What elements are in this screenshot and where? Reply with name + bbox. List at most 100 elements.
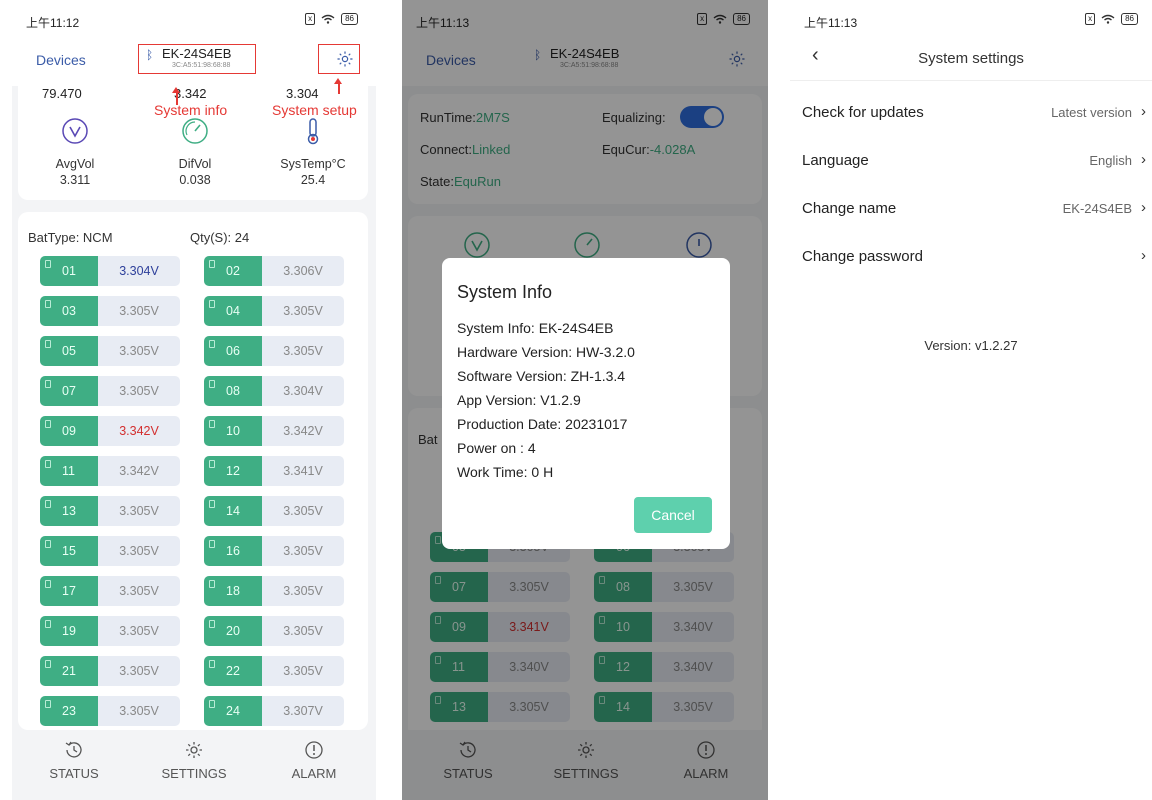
cell-voltage: 3.305V bbox=[283, 664, 323, 678]
wifi-icon bbox=[321, 14, 335, 24]
devices-link[interactable]: Devices bbox=[36, 52, 86, 68]
system-info-dialog: System Info System Info: EK-24S4EB Hardw… bbox=[442, 258, 730, 549]
cell-item[interactable]: 04 3.305V bbox=[204, 296, 344, 326]
dialog-title: System Info bbox=[457, 282, 553, 302]
cell-item[interactable]: 08 3.304V bbox=[204, 376, 344, 406]
cell-voltage: 3.305V bbox=[283, 304, 323, 318]
cell-item[interactable]: 22 3.305V bbox=[204, 656, 344, 686]
dialog-line: Software Version: ZH-1.3.4 bbox=[457, 368, 626, 384]
cell-number: 14 bbox=[204, 496, 262, 526]
cell-item[interactable]: 20 3.305V bbox=[204, 616, 344, 646]
cell-voltage: 3.342V bbox=[119, 464, 159, 478]
cell-voltage: 3.305V bbox=[119, 584, 159, 598]
cell-number: 20 bbox=[204, 616, 262, 646]
cell-number: 18 bbox=[204, 576, 262, 606]
metric-label: SysTemp°C bbox=[280, 157, 346, 171]
cancel-button[interactable]: Cancel bbox=[634, 497, 712, 533]
cell-item[interactable]: 11 3.342V bbox=[40, 456, 180, 486]
nav-settings[interactable]: SETTINGS bbox=[154, 740, 234, 781]
cell-item[interactable]: 24 3.307V bbox=[204, 696, 344, 726]
cell-voltage: 3.305V bbox=[283, 544, 323, 558]
dialog-line: Work Time: 0 H bbox=[457, 464, 554, 480]
cell-item[interactable]: 23 3.305V bbox=[40, 696, 180, 726]
gauge-icon bbox=[182, 118, 208, 144]
cell-item[interactable]: 05 3.305V bbox=[40, 336, 180, 366]
cell-item[interactable]: 15 3.305V bbox=[40, 536, 180, 566]
screen-status: 上午11:12 x 86 Devices ᛒ EK-24S4EB 3C:A5:5… bbox=[12, 0, 376, 800]
row-value: EK-24S4EB bbox=[1062, 201, 1132, 216]
total-voltage: 79.470 bbox=[42, 86, 82, 101]
chevron-right-icon: › bbox=[1141, 247, 1146, 264]
cell-voltage: 3.341V bbox=[283, 464, 323, 478]
cell-item[interactable]: 03 3.305V bbox=[40, 296, 180, 326]
nav-label: STATUS bbox=[49, 766, 99, 781]
cell-item[interactable]: 01 3.304V bbox=[40, 256, 180, 286]
dialog-line: App Version: V1.2.9 bbox=[457, 392, 581, 408]
app-version: Version: v1.2.27 bbox=[924, 338, 1018, 353]
status-time: 上午11:12 bbox=[26, 16, 80, 30]
cell-item[interactable]: 13 3.305V bbox=[40, 496, 180, 526]
cell-item[interactable]: 14 3.305V bbox=[204, 496, 344, 526]
thermometer-icon bbox=[307, 118, 319, 145]
cell-item[interactable]: 02 3.306V bbox=[204, 256, 344, 286]
cell-voltage: 3.304V bbox=[119, 264, 159, 278]
wifi-icon bbox=[1101, 14, 1115, 24]
row-label: Change password bbox=[802, 248, 923, 265]
status-bar: 上午11:13 x 86 bbox=[790, 12, 1152, 32]
cell-voltage: 3.306V bbox=[283, 264, 323, 278]
cell-number: 11 bbox=[40, 456, 98, 486]
cell-number: 17 bbox=[40, 576, 98, 606]
cell-item[interactable]: 12 3.341V bbox=[204, 456, 344, 486]
cell-number: 13 bbox=[40, 496, 98, 526]
cell-number: 08 bbox=[204, 376, 262, 406]
battery-type: BatType: NCM bbox=[28, 230, 113, 245]
row-label: Check for updates bbox=[802, 104, 924, 121]
cell-item[interactable]: 18 3.305V bbox=[204, 576, 344, 606]
cell-voltage: 3.342V bbox=[283, 424, 323, 438]
cell-number: 03 bbox=[40, 296, 98, 326]
cell-item[interactable]: 17 3.305V bbox=[40, 576, 180, 606]
cell-voltage: 3.305V bbox=[119, 304, 159, 318]
dialog-line: Power on : 4 bbox=[457, 440, 536, 456]
page-title: System settings bbox=[918, 50, 1024, 67]
cell-item[interactable]: 19 3.305V bbox=[40, 616, 180, 646]
cell-voltage: 3.307V bbox=[283, 704, 323, 718]
nfc-icon: x bbox=[1085, 13, 1096, 25]
cell-number: 15 bbox=[40, 536, 98, 566]
cell-number: 04 bbox=[204, 296, 262, 326]
battery-icon: 86 bbox=[341, 13, 358, 25]
cell-number: 16 bbox=[204, 536, 262, 566]
cell-voltage: 3.305V bbox=[283, 504, 323, 518]
cell-item[interactable]: 10 3.342V bbox=[204, 416, 344, 446]
settings-row-name[interactable]: Change name EK-24S4EB › bbox=[802, 194, 1146, 224]
dialog-line: System Info: EK-24S4EB bbox=[457, 320, 614, 336]
row-label: Change name bbox=[802, 200, 897, 217]
voltage-icon bbox=[62, 118, 88, 144]
cell-item[interactable]: 16 3.305V bbox=[204, 536, 344, 566]
top-bar: Devices ᛒ EK-24S4EB 3C:A5:51:98:68:88 bbox=[12, 40, 376, 86]
cell-voltage: 3.305V bbox=[119, 504, 159, 518]
cell-item[interactable]: 07 3.305V bbox=[40, 376, 180, 406]
history-icon bbox=[65, 741, 82, 758]
cell-number: 12 bbox=[204, 456, 262, 486]
cell-voltage: 3.305V bbox=[119, 704, 159, 718]
cell-item[interactable]: 21 3.305V bbox=[40, 656, 180, 686]
nav-status[interactable]: STATUS bbox=[34, 740, 114, 781]
metric-difvol: DifVol 0.038 bbox=[150, 116, 240, 187]
cell-number: 21 bbox=[40, 656, 98, 686]
nav-alarm[interactable]: ALARM bbox=[274, 740, 354, 781]
chevron-right-icon: › bbox=[1141, 103, 1146, 120]
metric-avgvol: AvgVol 3.311 bbox=[30, 116, 120, 187]
settings-row-password[interactable]: Change password › bbox=[802, 242, 1146, 272]
cell-voltage: 3.305V bbox=[119, 664, 159, 678]
cell-number: 24 bbox=[204, 696, 262, 726]
cell-item[interactable]: 06 3.305V bbox=[204, 336, 344, 366]
cell-voltage: 3.305V bbox=[283, 344, 323, 358]
cell-item[interactable]: 09 3.342V bbox=[40, 416, 180, 446]
metric-value: 25.4 bbox=[300, 173, 326, 187]
settings-row-updates[interactable]: Check for updates Latest version › bbox=[802, 98, 1146, 128]
cell-number: 02 bbox=[204, 256, 262, 286]
settings-row-language[interactable]: Language English › bbox=[802, 146, 1146, 176]
cells-card: BatType: NCM Qty(S): 24 01 3.304V 02 3.306V… bbox=[18, 212, 368, 730]
row-value: Latest version bbox=[1051, 105, 1132, 120]
